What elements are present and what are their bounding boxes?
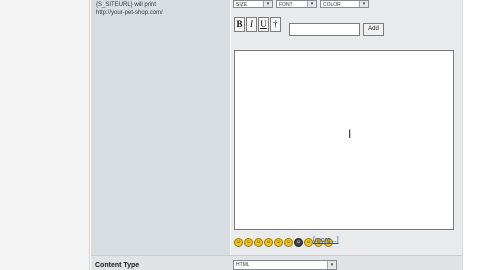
- italic-button[interactable]: I: [246, 17, 257, 32]
- content-type-value: HTML: [236, 262, 250, 268]
- underline-button[interactable]: U: [258, 17, 269, 32]
- chevron-down-icon: ▾: [359, 1, 368, 7]
- smiley-icon[interactable]: ☺: [264, 237, 273, 247]
- chevron-down-icon: ▾: [263, 1, 272, 7]
- left-gutter: [0, 0, 90, 270]
- smiley-icon[interactable]: ☺: [254, 237, 263, 247]
- color-select-label: COLOR: [323, 2, 341, 8]
- url-input[interactable]: [289, 23, 360, 36]
- bold-button[interactable]: B: [234, 17, 245, 32]
- label-panel: [91, 0, 230, 255]
- smiley-icon[interactable]: ☺: [304, 237, 313, 247]
- help-line-1: {S_SITEURL} will print: [96, 2, 157, 8]
- size-select-label: SIZE: [236, 2, 248, 8]
- smiley-icon[interactable]: ☺: [244, 237, 253, 247]
- help-line-2: http://your-pet-shop.com/: [96, 10, 163, 16]
- content-type-select[interactable]: HTML ▾: [233, 260, 337, 270]
- smiley-icon[interactable]: ☺: [274, 237, 283, 247]
- chevron-down-icon: ▾: [327, 261, 336, 269]
- font-select[interactable]: FONT ▾: [276, 0, 317, 8]
- right-scrollbar[interactable]: [462, 0, 480, 270]
- content-type-label: Content Type: [95, 262, 140, 269]
- chevron-down-icon: ▾: [307, 1, 316, 7]
- link-button[interactable]: †: [270, 17, 281, 32]
- font-select-label: FONT: [279, 2, 293, 8]
- smiley-icon[interactable]: ☺: [284, 237, 293, 247]
- color-select[interactable]: COLOR ▾: [320, 0, 369, 8]
- smiley-icon[interactable]: ☺: [294, 237, 303, 247]
- size-select[interactable]: SIZE ▾: [233, 0, 273, 8]
- variable-help: {S_SITEURL} will print http://your-pet-s…: [96, 1, 226, 17]
- text-cursor-icon: I: [348, 127, 352, 141]
- more-smilies-link[interactable]: [more...]: [313, 237, 339, 244]
- message-textarea[interactable]: [234, 50, 454, 230]
- smiley-icon[interactable]: ☺: [234, 237, 243, 247]
- add-button[interactable]: Add: [363, 23, 384, 36]
